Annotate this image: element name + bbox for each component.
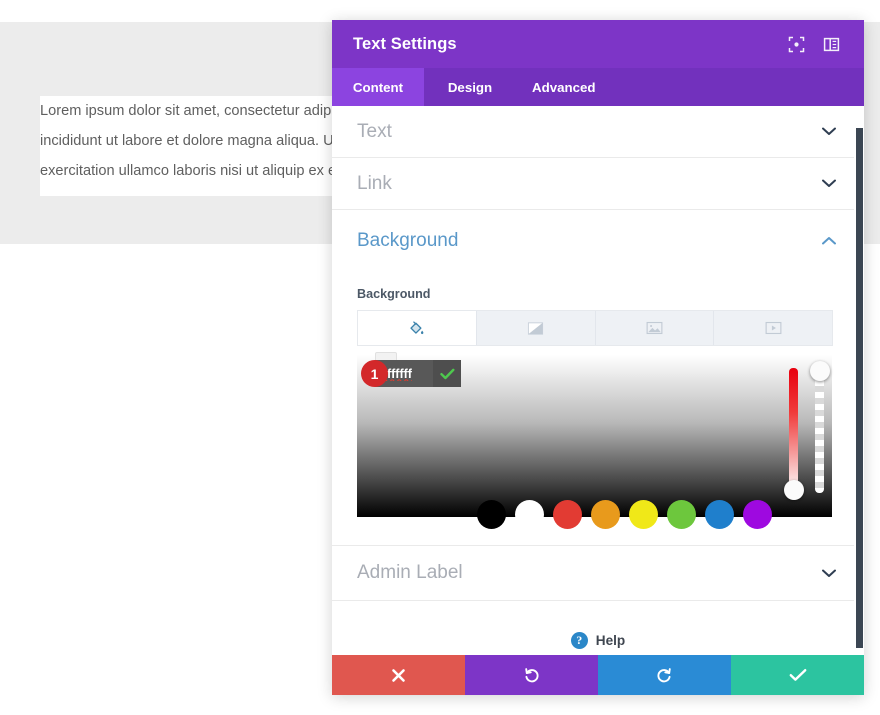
swatch-green[interactable] [667,500,696,529]
swatch-purple[interactable] [743,500,772,529]
bg-tab-video[interactable] [714,311,832,345]
modal-scrollbar-thumb[interactable] [856,128,863,648]
question-mark-icon: ? [571,632,588,649]
swatch-black[interactable] [477,500,506,529]
modal-title: Text Settings [353,35,788,54]
tab-design[interactable]: Design [424,68,516,106]
undo-button[interactable] [465,655,598,695]
swatch-white[interactable] [515,500,544,529]
text-settings-modal: Text Settings [332,20,864,695]
swatch-blue[interactable] [705,500,734,529]
bg-tab-image[interactable] [596,311,715,345]
section-link-label: Link [357,173,821,195]
swatch-yellow[interactable] [629,500,658,529]
tab-advanced[interactable]: Advanced [516,68,612,106]
section-link[interactable]: Link [332,158,864,210]
background-type-tabs [357,310,833,346]
hue-slider-handle[interactable] [784,480,804,500]
color-picker[interactable]: 1 [357,355,832,517]
section-background-label: Background [357,230,821,252]
cancel-button[interactable] [332,655,465,695]
modal-tabbar: Content Design Advanced [332,68,864,106]
help-link[interactable]: ? Help [332,601,864,655]
chevron-down-icon [821,565,837,581]
modal-header: Text Settings [332,20,864,68]
swatch-orange[interactable] [591,500,620,529]
modal-footer [332,655,864,695]
section-background[interactable]: Background [332,210,864,271]
step-badge-1: 1 [361,360,388,387]
color-swatches [477,500,772,529]
app-root: Lorem ipsum dolor sit amet, consectetur … [0,0,880,715]
chevron-down-icon [821,124,837,140]
hue-slider[interactable] [789,368,798,493]
section-admin-label[interactable]: Admin Label [332,545,864,601]
tab-content[interactable]: Content [332,68,424,106]
alpha-slider[interactable] [815,368,824,493]
chevron-up-icon [821,233,837,249]
fullscreen-icon[interactable] [788,36,805,53]
section-text[interactable]: Text [332,106,864,158]
bg-tab-gradient[interactable] [477,311,596,345]
section-admin-label-label: Admin Label [357,562,821,584]
redo-button[interactable] [598,655,731,695]
hex-input-group: 1 [375,360,461,387]
background-field-label: Background [357,287,839,301]
help-label: Help [596,633,625,648]
alpha-slider-handle[interactable] [810,361,830,381]
section-text-label: Text [357,121,821,143]
swatch-red[interactable] [553,500,582,529]
bg-tab-color[interactable] [358,311,477,345]
layout-panel-icon[interactable] [823,36,840,53]
save-button[interactable] [731,655,864,695]
background-panel: Background [332,271,864,545]
chevron-down-icon [821,176,837,192]
modal-header-actions [788,36,840,53]
modal-scrollbar-track[interactable] [854,106,864,655]
apply-color-button[interactable] [433,360,461,387]
modal-body: Text Link Background Backgroun [332,106,864,655]
